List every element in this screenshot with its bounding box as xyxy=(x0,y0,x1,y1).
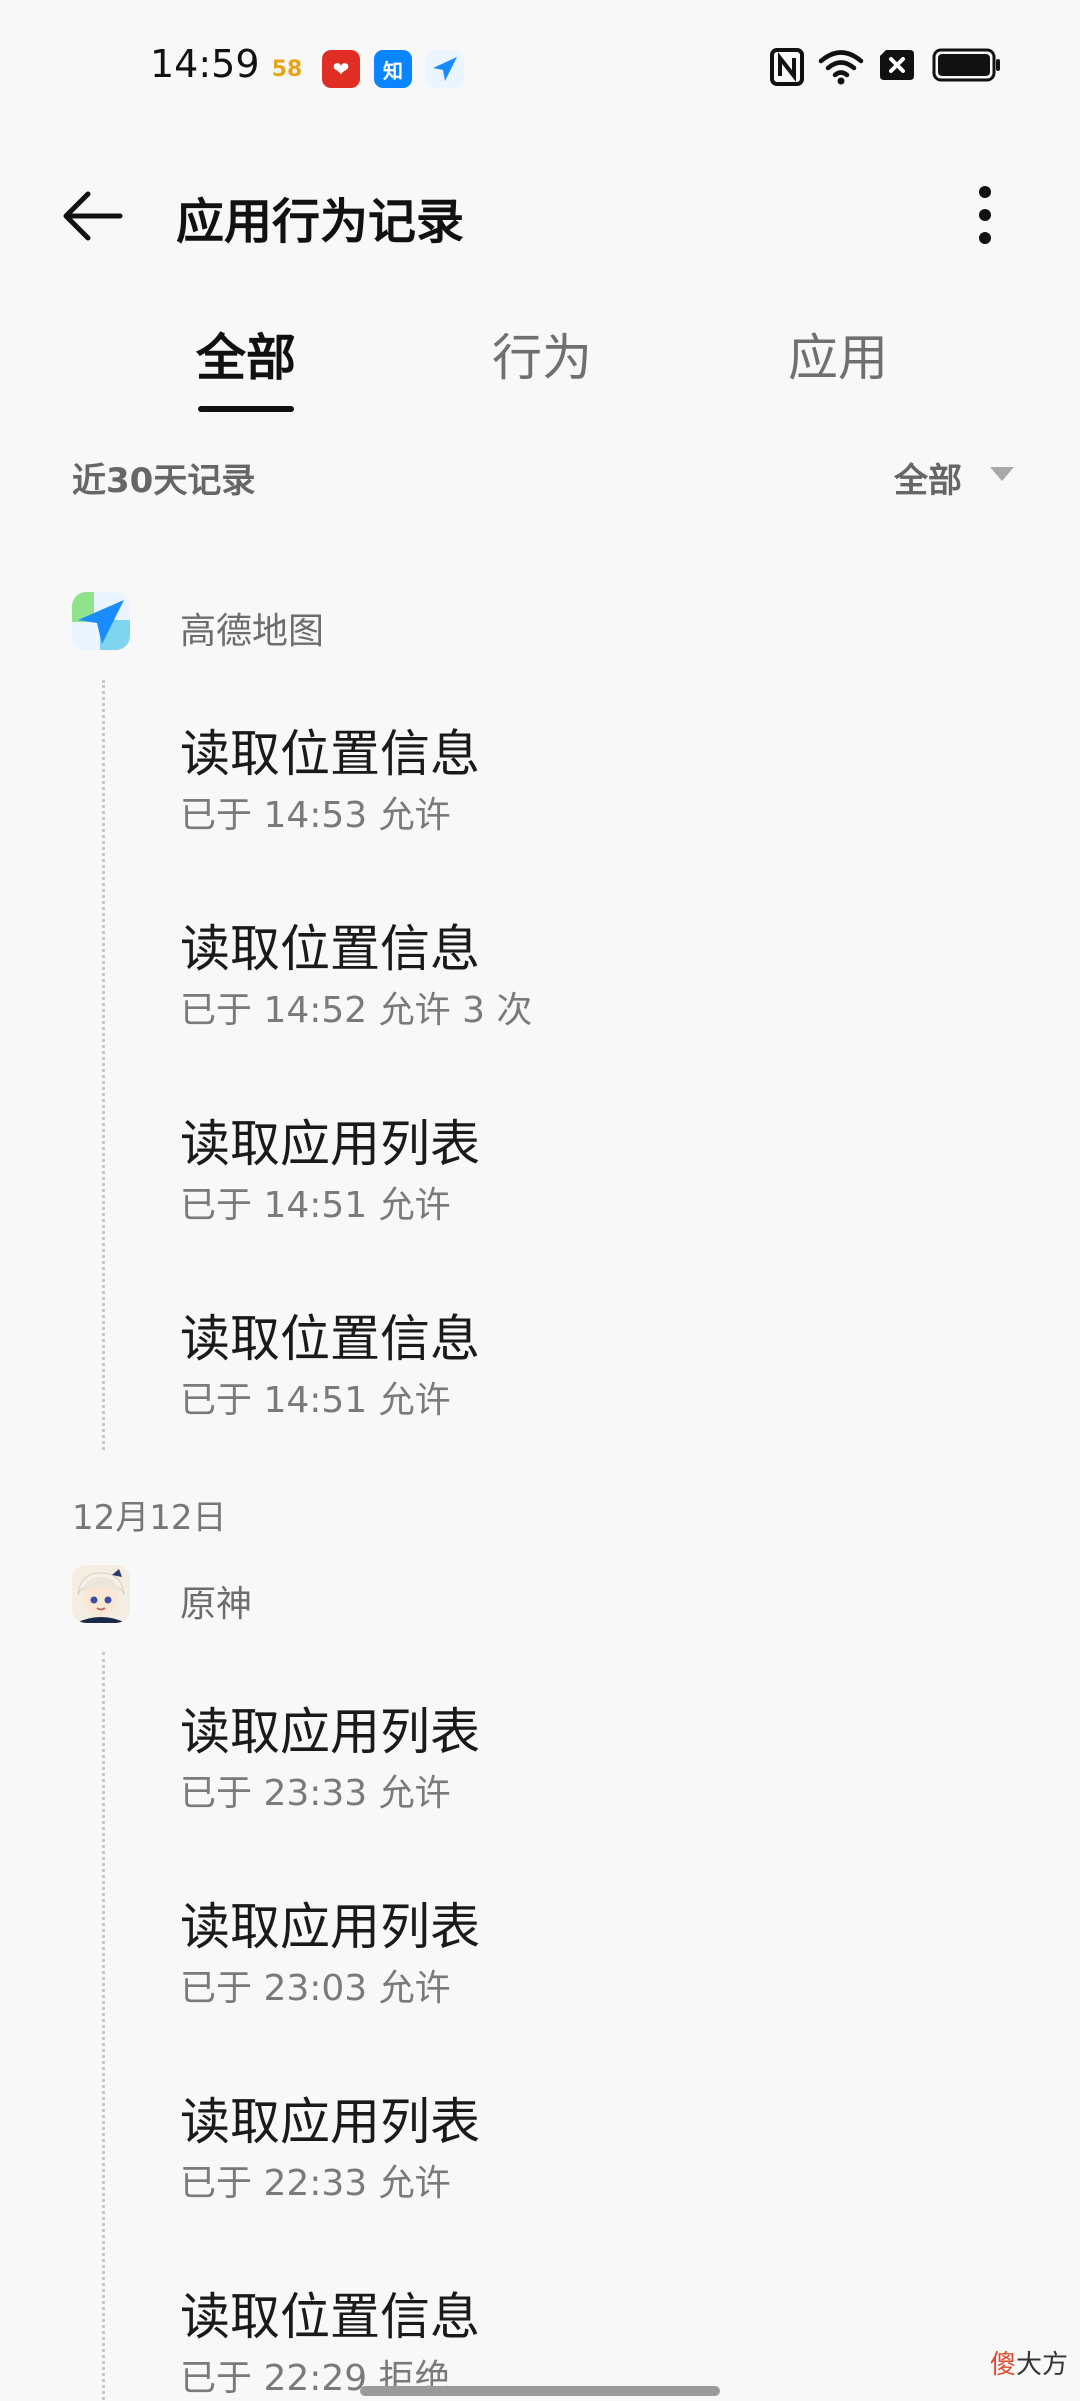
pinduoduo-icon: ❤ xyxy=(322,50,360,88)
tab-all[interactable]: 全部 xyxy=(196,318,296,390)
filter-dropdown[interactable]: 全部 xyxy=(894,445,1024,505)
record-item[interactable]: 读取应用列表 已于 14:51 允许 xyxy=(180,1104,1030,1254)
watermark-part1: 傻 xyxy=(990,2350,1017,2380)
record-detail: 已于 23:03 允许 xyxy=(180,1968,451,2009)
record-action: 读取应用列表 xyxy=(180,2093,480,2151)
record-action: 读取位置信息 xyxy=(180,725,480,783)
nfc-icon xyxy=(770,48,804,90)
tab-apps[interactable]: 应用 xyxy=(788,318,888,390)
amap-icon xyxy=(426,50,464,88)
page-title: 应用行为记录 xyxy=(176,194,465,250)
back-arrow-icon xyxy=(63,191,123,241)
filter-row: 近30天记录 全部 xyxy=(0,445,1080,505)
sim-disabled-icon xyxy=(878,48,916,86)
zhihu-icon: 知 xyxy=(374,50,412,88)
timeline-line xyxy=(102,1652,105,2400)
record-item[interactable]: 读取位置信息 已于 14:52 允许 3 次 xyxy=(180,909,1030,1059)
status-time: 14:59 xyxy=(150,42,260,86)
app-name: 原神 xyxy=(180,1584,253,1625)
record-item[interactable]: 读取应用列表 已于 22:33 允许 xyxy=(180,2082,1030,2232)
home-indicator[interactable] xyxy=(360,2386,720,2396)
timeline-line xyxy=(102,680,105,1450)
58-icon: 58 xyxy=(271,56,303,82)
tab-indicator xyxy=(198,406,294,412)
record-item[interactable]: 读取位置信息 已于 14:51 允许 xyxy=(180,1299,1030,1449)
tab-behavior[interactable]: 行为 xyxy=(492,318,592,390)
record-item[interactable]: 读取位置信息 已于 14:53 允许 xyxy=(180,714,1030,864)
filter-dropdown-label: 全部 xyxy=(894,461,962,501)
record-detail: 已于 14:53 允许 xyxy=(180,795,451,836)
record-detail: 已于 22:33 允许 xyxy=(180,2163,451,2204)
status-bar: 14:59 58 ❤ 知 xyxy=(0,0,1080,136)
wifi-icon xyxy=(818,48,864,90)
app-header: 原神 xyxy=(0,1565,1080,1635)
dropdown-triangle-icon xyxy=(990,467,1014,481)
battery-icon xyxy=(932,48,1002,86)
record-action: 读取位置信息 xyxy=(180,920,480,978)
more-options-button[interactable] xyxy=(960,182,1010,248)
record-item[interactable]: 读取位置信息 已于 22:29 拒绝 xyxy=(180,2277,1030,2399)
tab-bar: 全部 行为 应用 xyxy=(0,300,1080,420)
app-name: 高德地图 xyxy=(180,611,325,652)
record-item[interactable]: 读取应用列表 已于 23:33 允许 xyxy=(180,1692,1030,1842)
record-detail: 已于 23:33 允许 xyxy=(180,1773,451,1814)
range-label: 近30天记录 xyxy=(72,461,256,501)
record-action: 读取应用列表 xyxy=(180,1115,480,1173)
app-bar: 应用行为记录 xyxy=(0,160,1080,270)
amap-icon xyxy=(72,592,130,650)
record-item[interactable]: 读取应用列表 已于 23:03 允许 xyxy=(180,1887,1030,2037)
more-vertical-icon xyxy=(979,186,991,244)
record-action: 读取应用列表 xyxy=(180,1703,480,1761)
record-action: 读取位置信息 xyxy=(180,1310,480,1368)
record-detail: 已于 14:51 允许 xyxy=(180,1185,451,1226)
genshin-avatar-icon xyxy=(72,1565,130,1623)
record-action: 读取位置信息 xyxy=(180,2288,480,2346)
record-detail: 已于 14:52 允许 3 次 xyxy=(180,990,533,1031)
group-date: 12月12日 xyxy=(72,1498,227,1538)
record-detail: 已于 14:51 允许 xyxy=(180,1380,451,1421)
back-button[interactable] xyxy=(58,186,132,246)
watermark: 傻大方 xyxy=(990,2344,1068,2381)
record-action: 读取应用列表 xyxy=(180,1898,480,1956)
app-header: 高德地图 xyxy=(0,592,1080,662)
watermark-part2: 大方 xyxy=(1016,2350,1069,2380)
